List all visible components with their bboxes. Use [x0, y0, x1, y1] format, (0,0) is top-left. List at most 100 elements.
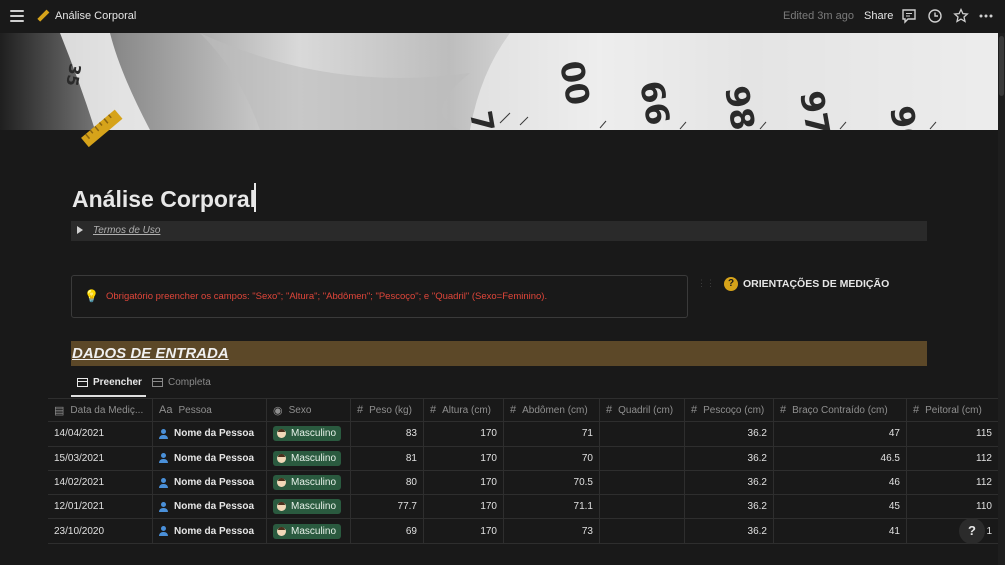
- cell-braco[interactable]: 47: [774, 422, 907, 446]
- toggle-arrow-icon[interactable]: [77, 226, 83, 234]
- ruler-icon[interactable]: [78, 108, 124, 150]
- cell-quadril[interactable]: [600, 446, 685, 470]
- cell-peso[interactable]: 80: [351, 470, 424, 495]
- cell-person[interactable]: Nome da Pessoa: [153, 422, 267, 446]
- cell-quadril[interactable]: [600, 495, 685, 519]
- cell-person[interactable]: Nome da Pessoa: [153, 470, 267, 495]
- cell-sex[interactable]: Masculino: [267, 422, 351, 446]
- table-row[interactable]: 15/03/2021 Nome da Pessoa Masculino 81 170 70…: [48, 446, 998, 471]
- calendar-icon: ▤: [54, 404, 65, 417]
- table-row[interactable]: 23/10/2020 Nome da Pessoa Masculino 69 170 73…: [48, 519, 998, 544]
- table-view-icon: [77, 378, 88, 387]
- cell-abdomen[interactable]: 71.1: [504, 495, 600, 519]
- cell-quadril[interactable]: [600, 422, 685, 446]
- header-person[interactable]: Aa Pessoa: [153, 399, 267, 422]
- cell-peso[interactable]: 83: [351, 422, 424, 446]
- sex-label: Masculino: [291, 525, 337, 537]
- cell-quadril[interactable]: [600, 519, 685, 543]
- header-arm[interactable]: # Braço Contraído (cm): [774, 399, 907, 422]
- cell-altura[interactable]: 170: [424, 422, 504, 446]
- comment-icon[interactable]: [901, 8, 917, 24]
- male-face-icon: [277, 478, 286, 488]
- cell-abdomen[interactable]: 70: [504, 446, 600, 470]
- header-neck[interactable]: # Pescoço (cm): [685, 399, 774, 422]
- cell-peso[interactable]: 81: [351, 446, 424, 470]
- orientation-link[interactable]: ORIENTAÇÕES DE MEDIÇÃO: [743, 278, 889, 290]
- header-sex[interactable]: ◉ Sexo: [267, 399, 351, 422]
- breadcrumb-page-title[interactable]: Análise Corporal: [55, 10, 136, 22]
- sex-tag: Masculino: [273, 426, 342, 442]
- table-row[interactable]: 14/04/2021 Nome da Pessoa Masculino 83 170 71…: [48, 422, 998, 447]
- tab-preencher[interactable]: Preencher: [77, 377, 142, 388]
- tab-completa[interactable]: Completa: [152, 377, 211, 388]
- cell-sex[interactable]: Masculino: [267, 470, 351, 495]
- cell-pescoco[interactable]: 36.2: [685, 495, 774, 519]
- number-property-icon: #: [913, 404, 920, 417]
- cell-date[interactable]: 14/04/2021: [48, 422, 153, 446]
- callout-block: 💡 Obrigatório preencher os campos: "Sexo…: [71, 275, 688, 318]
- cell-pescoco[interactable]: 36.2: [685, 519, 774, 543]
- header-chest[interactable]: # Peitoral (cm): [907, 399, 998, 421]
- cell-peitoral[interactable]: 110: [907, 495, 998, 518]
- cell-value: 112: [976, 452, 992, 464]
- cell-value: 70: [581, 452, 593, 464]
- cell-pescoco[interactable]: 36.2: [685, 446, 774, 470]
- favorite-star-icon[interactable]: [953, 8, 969, 24]
- cell-abdomen[interactable]: 70.5: [504, 470, 600, 495]
- cell-value: 69: [405, 525, 417, 537]
- cell-person[interactable]: Nome da Pessoa: [153, 519, 267, 543]
- toggle-label[interactable]: Termos de Uso: [93, 225, 160, 236]
- menu-icon[interactable]: [10, 10, 24, 22]
- header-date[interactable]: ▤ Data da Mediç...: [48, 399, 153, 422]
- header-height[interactable]: # Altura (cm): [424, 399, 504, 422]
- cell-peso[interactable]: 77.7: [351, 495, 424, 519]
- scrollbar-thumb[interactable]: [999, 36, 1004, 96]
- cell-date[interactable]: 15/03/2021: [48, 446, 153, 470]
- cell-braco[interactable]: 46.5: [774, 446, 907, 470]
- cell-date[interactable]: 23/10/2020: [48, 519, 153, 543]
- person-icon: [159, 526, 168, 537]
- cell-abdomen[interactable]: 73: [504, 519, 600, 543]
- cell-peitoral[interactable]: 112: [907, 447, 998, 470]
- header-hip[interactable]: # Quadril (cm): [600, 399, 685, 422]
- section-heading[interactable]: DADOS DE ENTRADA: [72, 345, 229, 362]
- cell-sex[interactable]: Masculino: [267, 519, 351, 543]
- cell-peitoral[interactable]: 115: [907, 422, 998, 445]
- cell-value: 41: [888, 525, 900, 537]
- cell-braco[interactable]: 45: [774, 495, 907, 519]
- share-button[interactable]: Share: [864, 10, 893, 22]
- male-face-icon: [277, 453, 286, 463]
- page-title[interactable]: Análise Corporal: [72, 186, 256, 213]
- cell-sex[interactable]: Masculino: [267, 495, 351, 519]
- cell-altura[interactable]: 170: [424, 470, 504, 495]
- question-icon: ?: [724, 277, 738, 291]
- number-property-icon: #: [510, 404, 517, 417]
- cell-braco[interactable]: 41: [774, 519, 907, 543]
- cell-sex[interactable]: Masculino: [267, 446, 351, 470]
- cell-altura[interactable]: 170: [424, 446, 504, 470]
- cell-quadril[interactable]: [600, 470, 685, 495]
- help-button[interactable]: ?: [959, 518, 985, 544]
- cell-altura[interactable]: 170: [424, 495, 504, 519]
- cell-date[interactable]: 14/02/2021: [48, 470, 153, 495]
- cell-peitoral[interactable]: 112: [907, 471, 998, 494]
- cell-pescoco[interactable]: 36.2: [685, 422, 774, 446]
- cell-altura[interactable]: 170: [424, 519, 504, 543]
- scrollbar-track[interactable]: [998, 33, 1005, 565]
- cell-peso[interactable]: 69: [351, 519, 424, 543]
- drag-handle-icon[interactable]: ⋮⋮: [697, 278, 715, 289]
- table-row[interactable]: 14/02/2021 Nome da Pessoa Masculino 80 170 70…: [48, 470, 998, 496]
- number-property-icon: #: [606, 404, 613, 417]
- cell-date[interactable]: 12/01/2021: [48, 495, 153, 519]
- cell-braco[interactable]: 46: [774, 470, 907, 495]
- cell-abdomen[interactable]: 71: [504, 422, 600, 446]
- header-abdomen[interactable]: # Abdômen (cm): [504, 399, 600, 422]
- history-clock-icon[interactable]: [927, 8, 943, 24]
- cell-person[interactable]: Nome da Pessoa: [153, 446, 267, 470]
- cell-pescoco[interactable]: 36.2: [685, 470, 774, 495]
- table-row[interactable]: 12/01/2021 Nome da Pessoa Masculino 77.7 170…: [48, 495, 998, 520]
- more-options-icon[interactable]: [978, 8, 994, 24]
- header-weight[interactable]: # Peso (kg): [351, 399, 424, 422]
- terms-toggle[interactable]: Termos de Uso: [71, 221, 927, 241]
- cell-person[interactable]: Nome da Pessoa: [153, 495, 267, 519]
